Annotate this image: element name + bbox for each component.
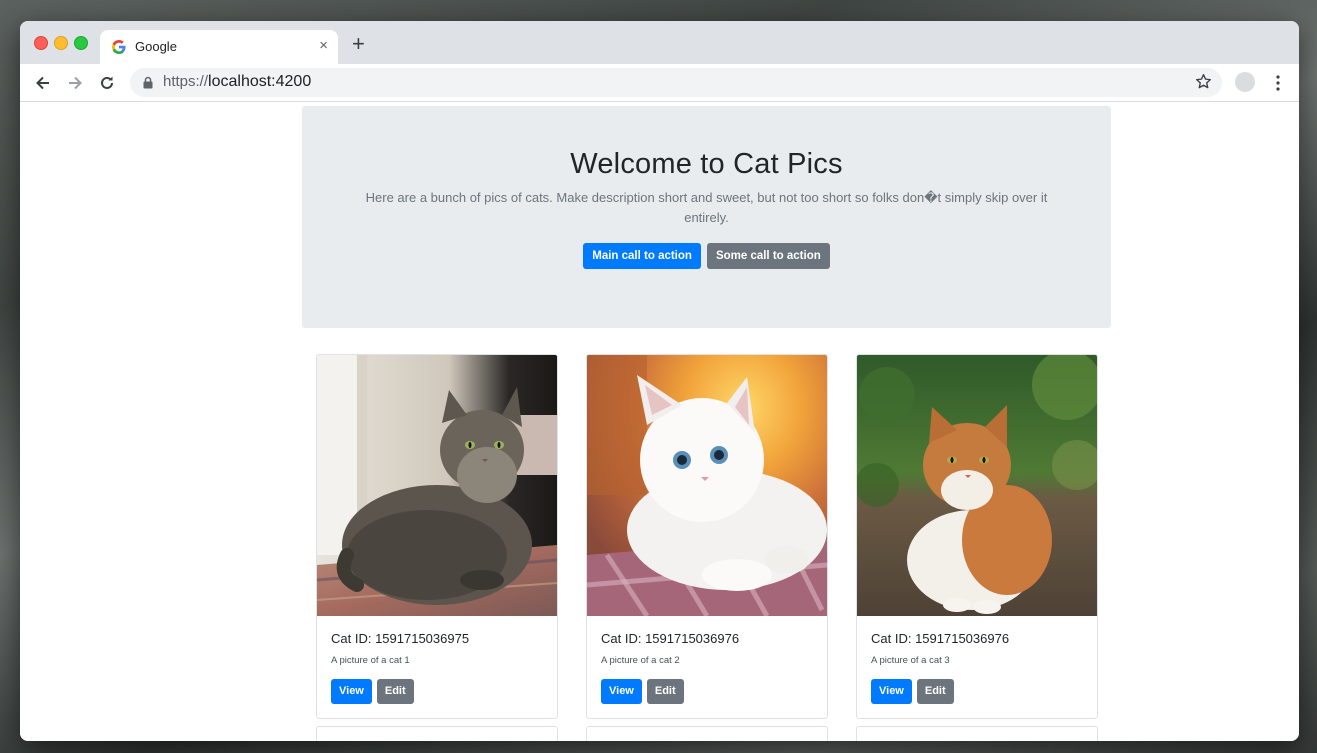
back-arrow-icon[interactable] — [33, 73, 53, 93]
edit-button[interactable]: Edit — [916, 679, 954, 704]
address-bar[interactable]: https://localhost:4200 — [130, 68, 1222, 97]
cat-image — [317, 355, 557, 616]
kebab-menu-icon[interactable] — [1272, 74, 1284, 92]
cat-card: Cat ID: 1591715036976 A picture of a cat… — [856, 354, 1098, 719]
cat-id-title: Cat ID: 1591715036976 — [601, 631, 740, 646]
cat-card: Cat ID: 1591715036975 A picture of a cat… — [316, 354, 558, 719]
page-title: Welcome to Cat Pics — [570, 148, 843, 180]
reload-icon[interactable] — [97, 73, 117, 93]
tab-close-icon[interactable]: × — [319, 37, 328, 55]
main-call-to-action-button[interactable]: Main call to action — [583, 243, 701, 269]
cat-description: A picture of a cat 3 — [871, 655, 950, 666]
url-scheme: https:// — [163, 73, 209, 90]
tab-google[interactable]: Google × — [100, 30, 338, 64]
cat-card-partial — [586, 726, 828, 741]
view-button[interactable]: View — [331, 679, 372, 704]
new-tab-button[interactable]: + — [352, 33, 365, 55]
some-call-to-action-button[interactable]: Some call to action — [706, 243, 830, 269]
url-text[interactable]: https://localhost:4200 — [163, 73, 311, 91]
card-buttons: View Edit — [601, 679, 689, 704]
cat-description: A picture of a cat 2 — [601, 655, 680, 666]
google-favicon-icon — [112, 40, 126, 54]
hero-buttons: Main call to action Some call to action — [302, 243, 1111, 269]
view-button[interactable]: View — [601, 679, 642, 704]
edit-button[interactable]: Edit — [646, 679, 684, 704]
cat-card-partial — [856, 726, 1098, 741]
browser-window: Google × + https://localhost:4200 Welcom… — [20, 21, 1299, 741]
cat-image — [857, 355, 1097, 616]
cat-description: A picture of a cat 1 — [331, 655, 410, 666]
cat-card: Cat ID: 1591715036976 A picture of a cat… — [586, 354, 828, 719]
maximize-window-button[interactable] — [74, 36, 88, 50]
close-window-button[interactable] — [34, 36, 48, 50]
cat-id-title: Cat ID: 1591715036975 — [331, 631, 470, 646]
tab-title: Google — [135, 39, 177, 54]
card-buttons: View Edit — [331, 679, 419, 704]
page-viewport: Welcome to Cat Pics Here are a bunch of … — [20, 102, 1299, 741]
lock-icon — [143, 76, 153, 89]
url-host: localhost:4200 — [208, 73, 312, 90]
cat-image — [587, 355, 827, 616]
cat-id-title: Cat ID: 1591715036976 — [871, 631, 1010, 646]
forward-arrow-icon[interactable] — [65, 73, 85, 93]
minimize-window-button[interactable] — [54, 36, 68, 50]
hero-description: Here are a bunch of pics of cats. Make d… — [365, 190, 1048, 225]
star-icon[interactable] — [1195, 73, 1212, 90]
card-buttons: View Edit — [871, 679, 959, 704]
cat-card-partial — [316, 726, 558, 741]
tab-strip: Google × + — [20, 21, 1299, 64]
profile-avatar[interactable] — [1235, 72, 1255, 92]
hero-jumbotron: Welcome to Cat Pics Here are a bunch of … — [302, 106, 1111, 328]
view-button[interactable]: View — [871, 679, 912, 704]
edit-button[interactable]: Edit — [376, 679, 414, 704]
browser-toolbar: https://localhost:4200 — [20, 64, 1299, 102]
